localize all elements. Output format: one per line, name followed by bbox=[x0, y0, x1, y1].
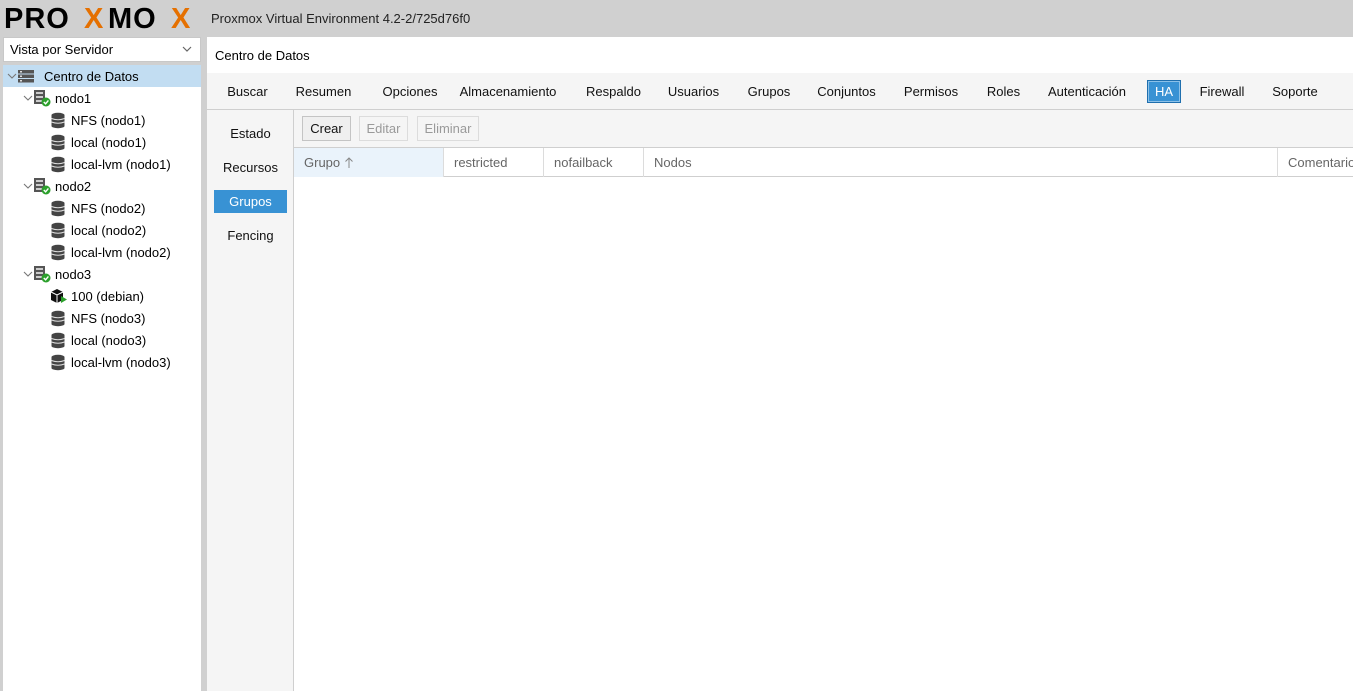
eliminar-button[interactable]: Eliminar bbox=[417, 116, 479, 141]
database-icon bbox=[51, 112, 65, 129]
tab-grupos[interactable]: Grupos bbox=[738, 80, 800, 103]
app-version: Proxmox Virtual Environment 4.2-2/725d76… bbox=[211, 11, 471, 26]
tab-resumen[interactable]: Resumen bbox=[285, 80, 362, 103]
resource-tree: Centro de Datos nodo1 NFS (nodo1) local (no… bbox=[3, 65, 201, 691]
svg-text:PRO: PRO bbox=[4, 3, 70, 33]
tree-item-storage[interactable]: local (nodo3) bbox=[3, 329, 201, 351]
subnav-recursos[interactable]: Recursos bbox=[214, 156, 287, 179]
column-header-label: restricted bbox=[454, 155, 508, 170]
subnav-grupos[interactable]: Grupos bbox=[214, 190, 287, 213]
database-icon bbox=[51, 156, 65, 173]
chevron-down-icon[interactable] bbox=[7, 71, 17, 81]
tree-item-storage[interactable]: local-lvm (nodo1) bbox=[3, 153, 201, 175]
column-header-label: Comentario bbox=[1288, 155, 1353, 170]
column-header-nofailback[interactable]: nofailback bbox=[544, 148, 644, 177]
main-panel: Centro de Datos Buscar Resumen Opciones Alm… bbox=[207, 37, 1353, 691]
tree-item-storage[interactable]: NFS (nodo2) bbox=[3, 197, 201, 219]
tree-item-label: 100 (debian) bbox=[71, 289, 144, 304]
tree-item-label: nodo2 bbox=[55, 179, 92, 194]
database-icon bbox=[51, 200, 65, 217]
tree-item-label: local (nodo1) bbox=[71, 135, 147, 150]
vm-running-icon bbox=[50, 289, 67, 303]
database-icon bbox=[51, 354, 65, 371]
tree-item-node[interactable]: nodo3 bbox=[3, 263, 201, 285]
content-panel: Crear Editar Eliminar Grupo restricted nofai… bbox=[294, 110, 1353, 691]
tab-permisos[interactable]: Permisos bbox=[895, 80, 967, 103]
tree-item-node[interactable]: nodo1 bbox=[3, 87, 201, 109]
tab-soporte[interactable]: Soporte bbox=[1264, 80, 1326, 103]
tree-item-label: local-lvm (nodo2) bbox=[71, 245, 171, 260]
column-header-comentario[interactable]: Comentario bbox=[1278, 148, 1353, 177]
tree-item-label: nodo1 bbox=[55, 91, 92, 106]
database-icon bbox=[51, 134, 65, 151]
column-header-label: Nodos bbox=[654, 155, 692, 170]
tree-item-storage[interactable]: local (nodo2) bbox=[3, 219, 201, 241]
database-icon bbox=[51, 332, 65, 349]
tree-item-storage[interactable]: NFS (nodo1) bbox=[3, 109, 201, 131]
column-header-grupo[interactable]: Grupo bbox=[294, 148, 444, 177]
proxmox-logo[interactable]: PRO X MO X bbox=[4, 3, 200, 33]
tab-opciones[interactable]: Opciones bbox=[370, 80, 450, 103]
svg-text:MO: MO bbox=[108, 3, 157, 33]
tree-item-storage[interactable]: NFS (nodo3) bbox=[3, 307, 201, 329]
view-select[interactable]: Vista por Servidor bbox=[3, 37, 201, 62]
chevron-down-icon[interactable] bbox=[23, 181, 33, 191]
resource-panel: Vista por Servidor Centro de Datos nodo1 N… bbox=[0, 37, 207, 691]
toolbar: Crear Editar Eliminar bbox=[294, 110, 1353, 147]
editar-button[interactable]: Editar bbox=[359, 116, 408, 141]
tab-almacenamiento[interactable]: Almacenamiento bbox=[452, 80, 564, 103]
tree-item-label: nodo3 bbox=[55, 267, 92, 282]
tree-item-label: NFS (nodo3) bbox=[71, 311, 146, 326]
server-icon bbox=[34, 178, 51, 195]
top-bar: PRO X MO X Proxmox Virtual Environment 4… bbox=[0, 0, 1353, 37]
tree-item-vm-running[interactable]: 100 (debian) bbox=[3, 285, 201, 307]
tab-buscar[interactable]: Buscar bbox=[215, 80, 280, 103]
chevron-down-icon bbox=[182, 46, 192, 52]
column-header-label: nofailback bbox=[554, 155, 613, 170]
server-icon bbox=[34, 266, 51, 283]
server-icon bbox=[34, 90, 51, 107]
subnav-estado[interactable]: Estado bbox=[214, 122, 287, 145]
tree-item-storage[interactable]: local (nodo1) bbox=[3, 131, 201, 153]
tab-firewall[interactable]: Firewall bbox=[1192, 80, 1252, 103]
tab-autenticaci-n[interactable]: Autenticación bbox=[1039, 80, 1135, 103]
column-header-restricted[interactable]: restricted bbox=[444, 148, 544, 177]
database-icon bbox=[51, 222, 65, 239]
tree-item-datacenter[interactable]: Centro de Datos bbox=[3, 65, 201, 87]
tree-item-label: NFS (nodo2) bbox=[71, 201, 146, 216]
view-select-value: Vista por Servidor bbox=[10, 42, 114, 57]
crear-button[interactable]: Crear bbox=[302, 116, 351, 141]
tab-bar: Buscar Resumen Opciones Almacenamiento Respa… bbox=[207, 73, 1353, 110]
tab-respaldo[interactable]: Respaldo bbox=[577, 80, 650, 103]
ha-subnav: Estado Recursos Grupos Fencing bbox=[207, 110, 294, 691]
grid-header: Grupo restricted nofailback Nodos Comentario bbox=[294, 147, 1353, 177]
tree-item-node[interactable]: nodo2 bbox=[3, 175, 201, 197]
tree-item-label: Centro de Datos bbox=[44, 69, 139, 84]
tab-conjuntos[interactable]: Conjuntos bbox=[809, 80, 884, 103]
chevron-down-icon[interactable] bbox=[23, 269, 33, 279]
tab-roles[interactable]: Roles bbox=[980, 80, 1027, 103]
sort-ascending-icon bbox=[345, 156, 353, 168]
datacenter-icon bbox=[18, 70, 34, 83]
svg-text:X: X bbox=[84, 3, 104, 33]
tab-ha[interactable]: HA bbox=[1147, 80, 1181, 103]
tree-item-label: local-lvm (nodo3) bbox=[71, 355, 171, 370]
breadcrumb: Centro de Datos bbox=[215, 48, 310, 63]
database-icon bbox=[51, 310, 65, 327]
svg-text:X: X bbox=[171, 3, 191, 33]
column-header-nodos[interactable]: Nodos bbox=[644, 148, 1278, 177]
tab-usuarios[interactable]: Usuarios bbox=[659, 80, 728, 103]
tree-item-storage[interactable]: local-lvm (nodo2) bbox=[3, 241, 201, 263]
database-icon bbox=[51, 244, 65, 261]
tree-item-label: local (nodo2) bbox=[71, 223, 147, 238]
tree-item-storage[interactable]: local-lvm (nodo3) bbox=[3, 351, 201, 373]
chevron-down-icon[interactable] bbox=[23, 93, 33, 103]
tree-item-label: local (nodo3) bbox=[71, 333, 147, 348]
breadcrumb-bar: Centro de Datos bbox=[207, 37, 1353, 73]
column-header-label: Grupo bbox=[304, 155, 341, 170]
tree-item-label: NFS (nodo1) bbox=[71, 113, 146, 128]
subnav-fencing[interactable]: Fencing bbox=[214, 224, 287, 247]
tree-item-label: local-lvm (nodo1) bbox=[71, 157, 171, 172]
